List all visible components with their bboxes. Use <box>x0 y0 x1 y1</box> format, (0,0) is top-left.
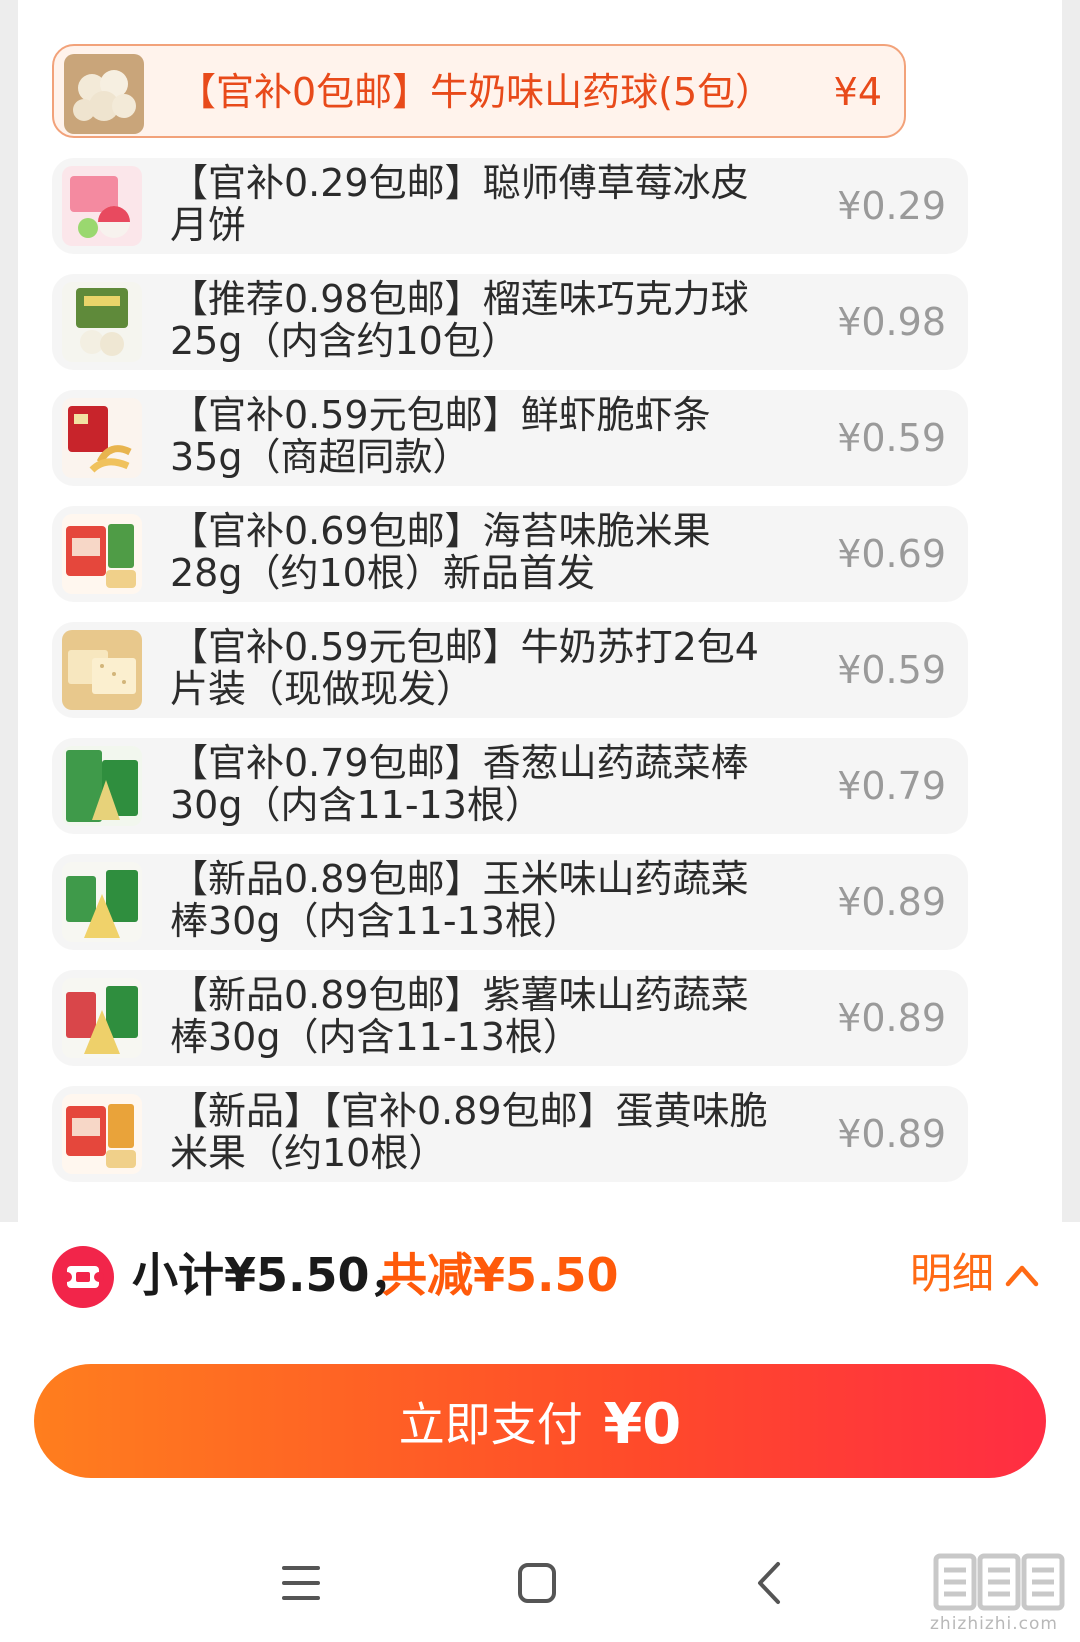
pay-now-button[interactable]: 立即支付 ¥0 <box>34 1364 1046 1478</box>
item-name: 【新品】【官补0.89包邮】蛋黄味脆米果（约10根） <box>170 1090 768 1175</box>
milk-yam-ball-thumb <box>64 54 144 134</box>
order-item[interactable]: 【官补0.69包邮】海苔味脆米果28g（约10根）新品首发 ¥0.69 <box>52 506 968 602</box>
item-price: ¥0.89 <box>837 880 946 924</box>
item-price: ¥0.98 <box>837 300 946 344</box>
purple-potato-yam-stick-thumb <box>62 978 142 1058</box>
subtotal-text: 小计¥5.50， <box>132 1248 416 1302</box>
item-price: ¥0.29 <box>837 184 946 228</box>
pay-button-label: 立即支付 <box>398 1397 583 1452</box>
item-name: 【官补0.29包邮】聪师傅草莓冰皮月饼 <box>170 162 749 247</box>
scallion-yam-stick-thumb <box>62 746 142 826</box>
order-items-list: 【官补0包邮】牛奶味山药球(5包） ¥4 【官补0.29包邮】聪师傅草莓冰皮月饼… <box>18 0 1062 1222</box>
price-summary: 小计¥5.50， 共减¥5.50 明细 <box>0 1222 1080 1322</box>
detail-link[interactable]: 明细 <box>910 1246 994 1302</box>
discount-text: 共减¥5.50 <box>381 1248 619 1302</box>
item-name: 【推荐0.98包邮】榴莲味巧克力球25g（内含约10包） <box>170 278 749 363</box>
item-name: 【新品0.89包邮】紫薯味山药蔬菜棒30g（内含11-13根） <box>170 974 749 1059</box>
coupon-icon <box>52 1246 114 1308</box>
item-price: ¥0.89 <box>837 1112 946 1156</box>
item-name: 【官补0.69包邮】海苔味脆米果28g（约10根）新品首发 <box>170 510 711 595</box>
menu-icon[interactable] <box>266 1548 336 1618</box>
item-price: ¥0.69 <box>837 532 946 576</box>
item-name: 【官补0.79包邮】香葱山药蔬菜棒30g（内含11-13根） <box>170 742 749 827</box>
item-name: 【新品0.89包邮】玉米味山药蔬菜棒30g（内含11-13根） <box>170 858 749 943</box>
item-price: ¥0.79 <box>837 764 946 808</box>
order-item[interactable]: 【新品】【官补0.89包邮】蛋黄味脆米果（约10根） ¥0.89 <box>52 1086 968 1182</box>
order-item[interactable]: 【官补0.59元包邮】牛奶苏打2包4片装（现做现发） ¥0.59 <box>52 622 968 718</box>
order-item[interactable]: 【新品0.89包邮】紫薯味山药蔬菜棒30g（内含11-13根） ¥0.89 <box>52 970 968 1066</box>
order-item[interactable]: 【官补0.29包邮】聪师傅草莓冰皮月饼 ¥0.29 <box>52 158 968 254</box>
chevron-up-icon[interactable] <box>1002 1256 1042 1296</box>
order-item[interactable]: 【推荐0.98包邮】榴莲味巧克力球25g（内含约10包） ¥0.98 <box>52 274 968 370</box>
item-price: ¥0.89 <box>837 996 946 1040</box>
order-item-selected[interactable]: 【官补0包邮】牛奶味山药球(5包） ¥4 <box>52 44 906 138</box>
order-item[interactable]: 【官补0.79包邮】香葱山药蔬菜棒30g（内含11-13根） ¥0.79 <box>52 738 968 834</box>
item-price: ¥0.59 <box>837 416 946 460</box>
item-name: 【官补0包邮】牛奶味山药球(5包） <box>178 70 774 114</box>
shrimp-chips-thumb <box>62 398 142 478</box>
item-price: ¥0.59 <box>837 648 946 692</box>
pay-amount: ¥0 <box>603 1391 682 1457</box>
item-name: 【官补0.59元包邮】牛奶苏打2包4片装（现做现发） <box>170 626 759 711</box>
item-price: ¥4 <box>833 70 882 114</box>
milk-soda-cracker-thumb <box>62 630 142 710</box>
system-nav-bar <box>0 1542 1080 1642</box>
home-icon[interactable] <box>502 1548 572 1618</box>
seaweed-rice-cracker-thumb <box>62 514 142 594</box>
order-item[interactable]: 【官补0.59元包邮】鲜虾脆虾条35g（商超同款） ¥0.59 <box>52 390 968 486</box>
back-icon[interactable] <box>736 1548 806 1618</box>
egg-yolk-rice-cracker-thumb <box>62 1094 142 1174</box>
strawberry-mooncake-thumb <box>62 166 142 246</box>
item-name: 【官补0.59元包邮】鲜虾脆虾条35g（商超同款） <box>170 394 711 479</box>
corn-yam-stick-thumb <box>62 862 142 942</box>
checkout-footer: 小计¥5.50， 共减¥5.50 明细 立即支付 ¥0 <box>0 1222 1080 1642</box>
watermark-site: zhizhizhi.com <box>930 1614 1058 1634</box>
order-item[interactable]: 【新品0.89包邮】玉米味山药蔬菜棒30g（内含11-13根） ¥0.89 <box>52 854 968 950</box>
durian-choco-ball-thumb <box>62 282 142 362</box>
